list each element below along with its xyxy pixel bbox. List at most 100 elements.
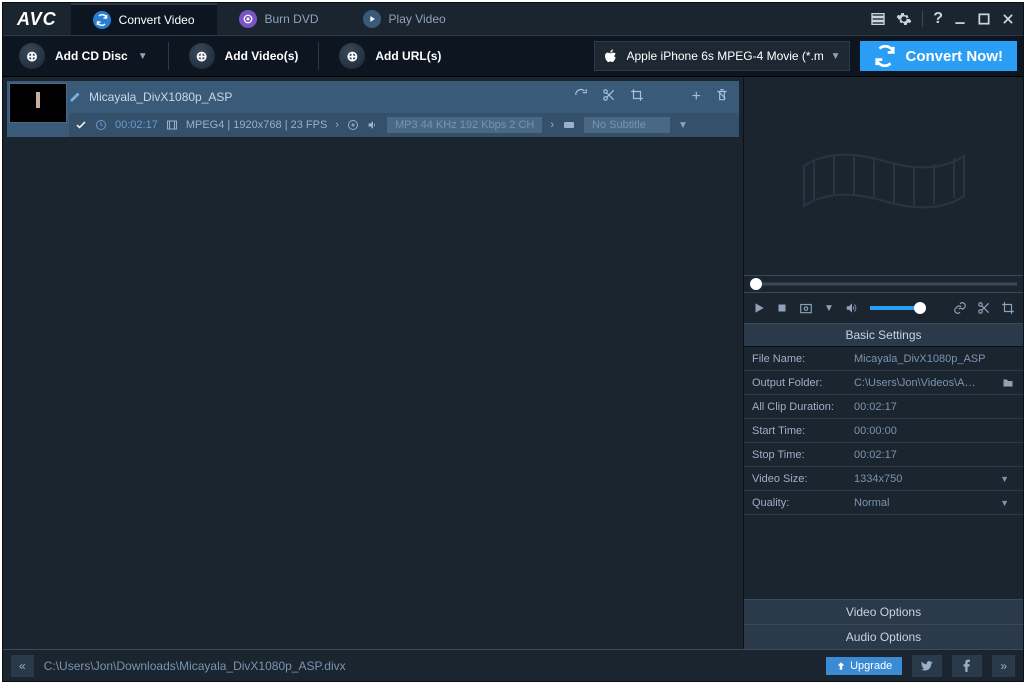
cut-icon[interactable] <box>602 88 616 102</box>
label: Output Folder: <box>744 377 854 389</box>
refresh-icon[interactable] <box>574 88 588 102</box>
divider <box>922 11 923 27</box>
chevron-down-icon[interactable]: ▼ <box>678 120 688 131</box>
video-list: Micayala_DivX1080p_ASP + <box>3 77 743 649</box>
play-icon[interactable] <box>752 301 766 315</box>
disc-icon <box>239 10 257 28</box>
tab-burn-dvd[interactable]: Burn DVD <box>217 3 341 35</box>
profile-label: Apple iPhone 6s MPEG-4 Movie (*.m… <box>627 49 823 63</box>
play-icon <box>363 10 381 28</box>
chevron-down-icon: ▼ <box>831 51 841 62</box>
crop-icon[interactable] <box>1001 301 1015 315</box>
snapshot-icon[interactable] <box>798 301 814 315</box>
tab-label: Burn DVD <box>265 12 319 26</box>
video-thumbnail[interactable] <box>9 83 67 123</box>
volume-icon[interactable] <box>844 301 860 315</box>
app-window: AVC Convert Video Burn DVD Play Video <box>2 2 1024 682</box>
volume-slider[interactable] <box>870 306 924 310</box>
video-item[interactable]: Micayala_DivX1080p_ASP + <box>7 81 739 137</box>
close-icon[interactable] <box>1001 12 1015 26</box>
tab-label: Convert Video <box>119 13 195 27</box>
label: All Clip Duration: <box>744 401 854 413</box>
refresh-icon <box>93 11 111 29</box>
playback-controls: ▼ <box>744 293 1023 323</box>
tab-play-video[interactable]: Play Video <box>341 3 468 35</box>
toolbar: ⊕ Add CD Disc ▼ ⊕ Add Video(s) ⊕ Add URL… <box>3 35 1023 77</box>
sync-icon <box>874 45 896 67</box>
add-videos-button[interactable]: ⊕ Add Video(s) <box>179 39 309 73</box>
app-logo: AVC <box>3 9 71 30</box>
window-controls: ? <box>870 10 1023 28</box>
video-codec: MPEG4 | 1920x768 | 23 FPS <box>186 119 327 131</box>
label: Video Size: <box>744 473 854 485</box>
value[interactable]: Micayala_DivX1080p_ASP <box>854 353 1023 365</box>
minimize-icon[interactable] <box>953 12 967 26</box>
chevron-down-icon[interactable]: ▼ <box>824 303 834 314</box>
add-cd-button[interactable]: ⊕ Add CD Disc ▼ <box>9 39 158 73</box>
tab-convert-video[interactable]: Convert Video <box>71 3 217 35</box>
collapse-button[interactable]: « <box>11 655 34 677</box>
edit-icon[interactable] <box>69 91 81 103</box>
profile-selector[interactable]: Apple iPhone 6s MPEG-4 Movie (*.m… ▼ <box>594 41 850 71</box>
seek-knob[interactable] <box>750 278 762 290</box>
folder-icon[interactable] <box>1001 377 1015 389</box>
expand-button[interactable]: » <box>992 655 1015 677</box>
globe-plus-icon: ⊕ <box>339 43 365 69</box>
clock-icon <box>95 119 107 131</box>
side-panel: ▼ Basic Settings File Name: Micayala_Div… <box>743 77 1023 649</box>
video-options-button[interactable]: Video Options <box>744 599 1023 624</box>
delete-icon[interactable] <box>715 88 729 102</box>
arrow-up-icon <box>836 661 846 671</box>
file-path: C:\Users\Jon\Downloads\Micayala_DivX1080… <box>44 659 816 673</box>
label: Start Time: <box>744 425 854 437</box>
apple-icon <box>603 48 619 64</box>
row-output-folder: Output Folder: C:\Users\Jon\Videos\A… <box>744 371 1023 395</box>
label: File Name: <box>744 353 854 365</box>
check-icon[interactable] <box>75 119 87 131</box>
facebook-icon <box>960 659 974 673</box>
video-plus-icon: ⊕ <box>189 43 215 69</box>
value: Normal▼ <box>854 497 1023 509</box>
expand-icon[interactable]: › <box>550 119 554 131</box>
button-label: Convert Now! <box>906 48 1004 65</box>
label: Stop Time: <box>744 449 854 461</box>
titlebar: AVC Convert Video Burn DVD Play Video <box>3 3 1023 35</box>
separator <box>168 42 169 70</box>
chevron-down-icon: ▼ <box>994 474 1015 484</box>
expand-icon[interactable]: › <box>335 119 339 131</box>
audio-options-button[interactable]: Audio Options <box>744 624 1023 649</box>
value: 00:02:17 <box>854 401 1023 413</box>
options-icon[interactable] <box>870 11 886 27</box>
stop-icon[interactable] <box>776 302 788 314</box>
chevron-down-icon: ▼ <box>994 498 1015 508</box>
row-file-name: File Name: Micayala_DivX1080p_ASP <box>744 347 1023 371</box>
row-quality[interactable]: Quality: Normal▼ <box>744 491 1023 515</box>
value[interactable]: 00:00:00 <box>854 425 1023 437</box>
video-meta: 00:02:17 MPEG4 | 1920x768 | 23 FPS › MP3… <box>69 113 739 137</box>
link-icon[interactable] <box>953 301 967 315</box>
facebook-button[interactable] <box>952 655 982 677</box>
video-name: Micayala_DivX1080p_ASP <box>89 90 232 104</box>
maximize-icon[interactable] <box>977 12 991 26</box>
seek-bar[interactable] <box>744 275 1023 293</box>
subtitle-info[interactable]: No Subtitle <box>584 117 670 133</box>
subtitle-icon <box>562 119 576 131</box>
crop-icon[interactable] <box>630 88 644 102</box>
add-icon[interactable]: + <box>692 88 701 106</box>
twitter-button[interactable] <box>912 655 942 677</box>
add-urls-button[interactable]: ⊕ Add URL(s) <box>329 39 451 73</box>
preview-area <box>744 77 1023 275</box>
audio-info[interactable]: MP3 44 KHz 192 Kbps 2 CH <box>387 117 542 133</box>
upgrade-button[interactable]: Upgrade <box>826 657 902 675</box>
separator <box>318 42 319 70</box>
value[interactable]: 00:02:17 <box>854 449 1023 461</box>
convert-button[interactable]: Convert Now! <box>860 41 1018 71</box>
volume-icon <box>367 119 379 131</box>
help-icon[interactable]: ? <box>933 10 943 28</box>
body: Micayala_DivX1080p_ASP + <box>3 77 1023 649</box>
row-video-size[interactable]: Video Size: 1334x750▼ <box>744 467 1023 491</box>
main-tabs: Convert Video Burn DVD Play Video <box>71 3 871 35</box>
value[interactable]: C:\Users\Jon\Videos\A… <box>854 377 1023 389</box>
gear-icon[interactable] <box>896 11 912 27</box>
cut-icon[interactable] <box>977 301 991 315</box>
